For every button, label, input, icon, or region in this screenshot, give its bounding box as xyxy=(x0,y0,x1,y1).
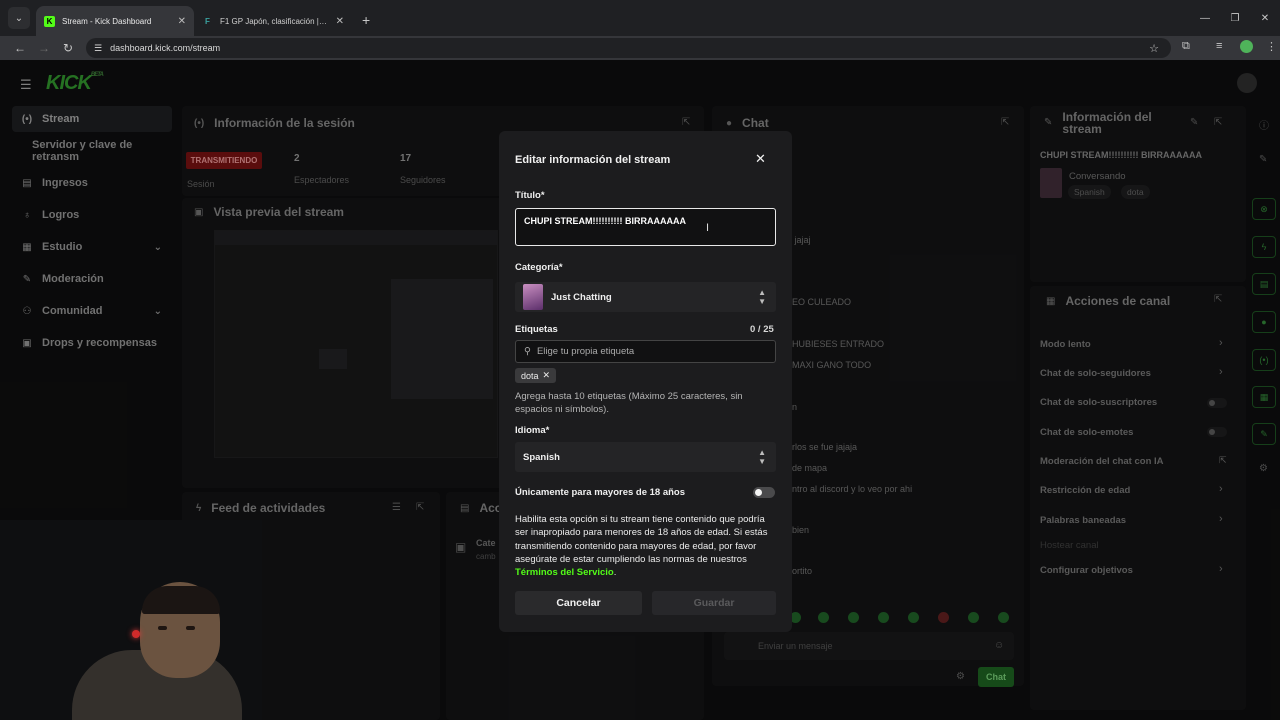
close-tab-icon[interactable]: ✕ xyxy=(336,16,344,27)
extensions-icon[interactable]: ⧉ xyxy=(1182,40,1190,53)
window-controls: — ❐ ✕ xyxy=(1190,0,1280,36)
reload-icon[interactable]: ↻ xyxy=(56,41,80,55)
forward-icon[interactable]: → xyxy=(32,41,56,55)
select-arrows-icon: ▲ ▼ xyxy=(758,288,766,306)
select-arrows-icon: ▲ ▼ xyxy=(758,448,766,466)
language-label: Idioma* xyxy=(515,425,550,436)
webcam-overlay xyxy=(0,520,262,720)
tags-placeholder: Elige tu propia etiqueta xyxy=(536,346,635,357)
category-label: Categoría* xyxy=(515,262,563,273)
text-cursor-icon: I xyxy=(706,222,710,234)
site-info-icon[interactable]: ☰ xyxy=(94,43,102,54)
f1-favicon-icon: F xyxy=(205,16,210,26)
save-button[interactable]: Guardar xyxy=(652,591,776,615)
stream-title-input[interactable]: CHUPI STREAM!!!!!!!!!! BIRRAAAAAA xyxy=(515,208,776,246)
url-field[interactable]: ☰ dashboard.kick.com/stream ☆ xyxy=(86,38,1171,58)
minimize-icon[interactable]: — xyxy=(1190,13,1220,24)
title-label: Título* xyxy=(515,190,545,201)
tags-input[interactable]: ⚲ Elige tu propia etiqueta xyxy=(515,340,776,363)
tab-title: Stream - Kick Dashboard xyxy=(62,16,152,26)
category-select[interactable]: Just Chatting ▲ ▼ xyxy=(515,282,776,312)
cancel-button[interactable]: Cancelar xyxy=(515,591,642,615)
category-value: Just Chatting xyxy=(551,291,612,303)
adult-label: Únicamente para mayores de 18 años xyxy=(515,487,686,498)
adult-description-end: . xyxy=(613,567,617,579)
terms-of-service-link[interactable]: Términos del Servicio xyxy=(515,567,614,578)
address-bar: ← → ↻ ☰ dashboard.kick.com/stream ☆ ⧉ ≡ … xyxy=(0,36,1280,60)
remove-tag-icon[interactable]: ✕ xyxy=(543,370,551,381)
close-icon[interactable]: ✕ xyxy=(755,151,766,167)
language-select[interactable]: Spanish ▲ ▼ xyxy=(515,442,776,472)
new-tab-icon[interactable]: + xyxy=(362,12,370,28)
edit-stream-modal: Editar información del stream ✕ Título* … xyxy=(499,131,792,632)
tag-chip[interactable]: dota ✕ xyxy=(515,368,557,383)
tags-help-text: Agrega hasta 10 etiquetas (Máximo 25 car… xyxy=(515,391,743,415)
streamer-eye xyxy=(158,626,167,630)
adult-description: Habilita esta opción si tu stream tiene … xyxy=(515,513,777,579)
browser-tab-bar: ⌄ K Stream - Kick Dashboard ✕ F F1 GP Ja… xyxy=(0,0,1280,36)
tags-count: 0 / 25 xyxy=(750,324,774,335)
modal-title: Editar información del stream xyxy=(515,154,671,166)
headset-light xyxy=(132,630,140,638)
adult-description-text: Habilita esta opción si tu stream tiene … xyxy=(515,514,768,565)
close-window-icon[interactable]: ✕ xyxy=(1250,13,1280,24)
browser-profile-avatar[interactable] xyxy=(1240,40,1253,53)
adult-content-toggle[interactable] xyxy=(753,487,775,498)
bookmark-star-icon[interactable]: ☆ xyxy=(1149,42,1159,55)
browser-tab-f1[interactable]: F F1 GP Japón, clasificación | Co... ✕ xyxy=(194,6,352,36)
url-text: dashboard.kick.com/stream xyxy=(110,43,221,53)
streamer-eye xyxy=(186,626,195,630)
tab-search-button[interactable]: ⌄ xyxy=(8,7,30,29)
browser-menu-icon[interactable]: ⋮ xyxy=(1266,40,1277,53)
kick-favicon-icon: K xyxy=(44,15,55,27)
language-value: Spanish xyxy=(523,451,560,463)
back-icon[interactable]: ← xyxy=(8,41,32,55)
streamer-cap xyxy=(142,586,220,614)
tab-title: F1 GP Japón, clasificación | Co... xyxy=(220,16,329,26)
close-tab-icon[interactable]: ✕ xyxy=(178,16,186,27)
tag-label: dota xyxy=(521,370,539,381)
maximize-icon[interactable]: ❐ xyxy=(1220,13,1250,24)
browser-tab-kick[interactable]: K Stream - Kick Dashboard ✕ xyxy=(36,6,194,36)
search-icon: ⚲ xyxy=(524,346,531,357)
tags-label: Etiquetas xyxy=(515,324,558,335)
media-control-icon[interactable]: ≡ xyxy=(1216,40,1222,52)
category-thumbnail xyxy=(523,284,543,310)
